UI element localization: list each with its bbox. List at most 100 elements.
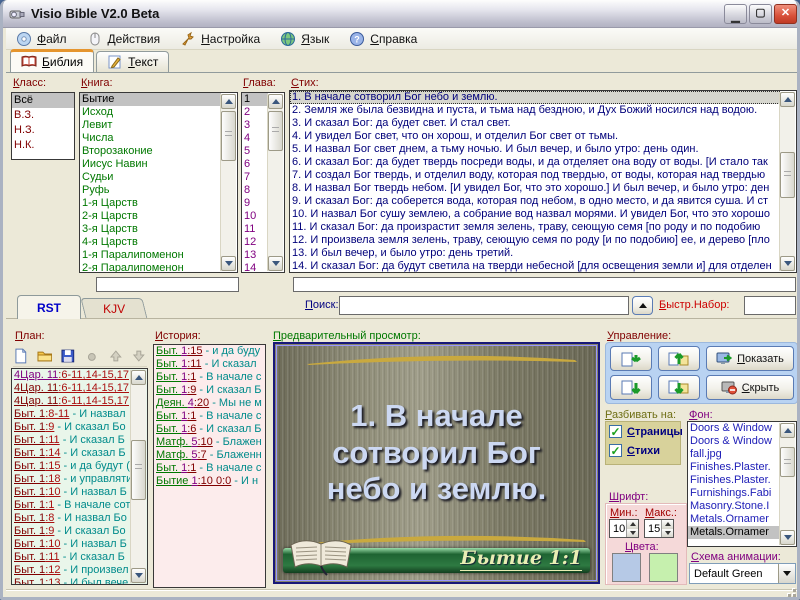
list-item[interactable]: Doors & Window: [688, 422, 780, 435]
plan-item[interactable]: Быт. 1:9 - И сказал Бо: [12, 525, 131, 538]
list-item[interactable]: Судьи: [80, 171, 221, 184]
verse-row[interactable]: 7. И создал Бог твердь, и отделил воду, …: [290, 169, 780, 182]
minimize-button[interactable]: ▁: [724, 4, 747, 24]
plan-item[interactable]: Быт. 1:13 - И был вече: [12, 577, 131, 585]
close-button[interactable]: ✕: [774, 4, 797, 24]
history-item[interactable]: Быт. 1:6 - И сказал Б: [154, 423, 265, 436]
open-folder-icon[interactable]: [37, 348, 53, 364]
scroll-down-icon[interactable]: [221, 256, 236, 271]
list-item[interactable]: 13: [242, 249, 268, 262]
scroll-down-icon[interactable]: [131, 568, 146, 583]
list-item[interactable]: Metals.Ornamer: [688, 526, 780, 539]
list-item[interactable]: 2: [242, 106, 268, 119]
next-verse-button[interactable]: [658, 375, 700, 400]
plan-scrollbar[interactable]: [130, 370, 146, 583]
book-scrollbar[interactable]: [220, 94, 236, 271]
color-swatch-1[interactable]: [612, 553, 641, 582]
list-item[interactable]: Furnishings.Fabi: [688, 487, 780, 500]
background-list[interactable]: Doors & WindowDoors & Windowfall.jpgFini…: [687, 421, 797, 547]
list-item[interactable]: 6: [242, 158, 268, 171]
title-bar[interactable]: Visio Bible V2.0 Beta ▁ ▢ ✕: [3, 0, 800, 28]
list-item[interactable]: Иисус Навин: [80, 158, 221, 171]
list-item[interactable]: Бытие: [80, 93, 221, 106]
checkbox-checked-icon[interactable]: ✓: [609, 425, 622, 438]
scroll-up-icon[interactable]: [268, 94, 283, 109]
scroll-up-icon[interactable]: [780, 423, 795, 438]
list-item[interactable]: 14: [242, 262, 268, 273]
plan-item[interactable]: Быт. 1:12 - И произвел: [12, 564, 131, 577]
font-min-spinner[interactable]: 10: [609, 519, 639, 538]
verse-row[interactable]: 13. И был вечер, и было утро: день трети…: [290, 247, 780, 260]
list-item[interactable]: Metals.Ornamer: [688, 513, 780, 526]
history-item[interactable]: Матф. 5:7 - Блаженн: [154, 449, 265, 462]
list-item[interactable]: 2-я Царств: [80, 210, 221, 223]
checkbox-checked-icon[interactable]: ✓: [609, 444, 622, 457]
tab-bible[interactable]: Библия: [10, 49, 94, 72]
menu-help[interactable]: ? Справка: [343, 29, 427, 49]
pages-checkbox-row[interactable]: ✓ Страницы: [609, 425, 683, 438]
new-document-icon[interactable]: [13, 348, 29, 364]
plan-item[interactable]: Быт. 1:14 - И сказал Б: [12, 447, 131, 460]
list-item[interactable]: 5: [242, 145, 268, 158]
menu-actions[interactable]: Действия: [81, 29, 171, 49]
plan-item[interactable]: Быт. 1:1 - В начале сот: [12, 499, 131, 512]
list-item[interactable]: 8: [242, 184, 268, 197]
history-item[interactable]: Быт. 1:1 - В начале с: [154, 462, 265, 475]
verse-row[interactable]: 8. И назвал Бог твердь небом. [И увидел …: [290, 182, 780, 195]
verse-scrollbar[interactable]: [779, 92, 795, 271]
verses-checkbox-row[interactable]: ✓ Стихи: [609, 444, 660, 457]
list-item[interactable]: 1: [242, 93, 268, 106]
plan-item[interactable]: 4Цар. 11:6-11,14-15,17: [12, 369, 131, 382]
history-list[interactable]: Быт. 1:15 - и да будуБыт. 1:11 - И сказа…: [153, 344, 266, 588]
search-input[interactable]: [339, 296, 629, 315]
list-item[interactable]: Руфь: [80, 184, 221, 197]
scroll-up-icon[interactable]: [221, 94, 236, 109]
scroll-down-icon[interactable]: [780, 530, 795, 545]
history-item[interactable]: Быт. 1:9 - И сказал Б: [154, 384, 265, 397]
history-item[interactable]: Матф. 5:10 - Блажен: [154, 436, 265, 449]
book-edit[interactable]: [96, 277, 239, 292]
spin-up-icon[interactable]: [627, 520, 638, 529]
verse-edit[interactable]: [293, 277, 796, 292]
combo-dropdown-icon[interactable]: [778, 564, 795, 583]
scroll-down-icon[interactable]: [780, 256, 795, 271]
list-item[interactable]: Всё: [12, 93, 74, 108]
list-item[interactable]: 1-я Царств: [80, 197, 221, 210]
color-swatch-2[interactable]: [649, 553, 678, 582]
list-item[interactable]: 7: [242, 171, 268, 184]
verse-row[interactable]: 4. И увидел Бог свет, что он хорош, и от…: [290, 130, 780, 143]
menu-language[interactable]: Язык: [274, 29, 339, 49]
plan-item[interactable]: Быт. 1:8-11 - И назвал: [12, 408, 131, 421]
verse-row[interactable]: 5. И назвал Бог свет днем, а тьму ночью.…: [290, 143, 780, 156]
next-page-button[interactable]: [610, 375, 652, 400]
list-item[interactable]: Числа: [80, 132, 221, 145]
show-button[interactable]: Показать: [706, 346, 794, 371]
plan-item[interactable]: Быт. 1:15 - и да будут (: [12, 460, 131, 473]
list-item[interactable]: Masonry.Stone.I: [688, 500, 780, 513]
tab-kjv[interactable]: KJV: [80, 298, 147, 319]
chapter-scrollbar[interactable]: [267, 94, 283, 271]
list-item[interactable]: 4-я Царств: [80, 236, 221, 249]
plan-item[interactable]: Быт. 1:18 - и управляти: [12, 473, 131, 486]
list-item[interactable]: В.З.: [12, 108, 74, 123]
verse-row[interactable]: 12. И произвела земля зелень, траву, сею…: [290, 234, 780, 247]
history-item[interactable]: Деян. 4:20 - Мы не м: [154, 397, 265, 410]
chapter-list[interactable]: 1234567891011121314: [241, 92, 285, 273]
history-item[interactable]: Быт. 1:11 - И сказал: [154, 358, 265, 371]
history-item[interactable]: Быт. 1:1 - В начале с: [154, 410, 265, 423]
animation-combo[interactable]: Default Green: [689, 563, 796, 584]
plan-item[interactable]: Быт. 1:10 - И назвал Б: [12, 486, 131, 499]
verse-row[interactable]: 2. Земля же была безвидна и пуста, и тьм…: [290, 104, 780, 117]
plan-item[interactable]: 4Цар. 11:6-11,14-15,17: [12, 382, 131, 395]
list-item[interactable]: 9: [242, 197, 268, 210]
menu-settings[interactable]: Настройка: [174, 29, 270, 49]
resize-grip[interactable]: [783, 588, 797, 598]
list-item[interactable]: 4: [242, 132, 268, 145]
list-item[interactable]: 2-я Паралипоменон: [80, 262, 221, 273]
search-up-button[interactable]: [632, 296, 653, 315]
history-item[interactable]: Бытие 1:10 0:0 - И н: [154, 475, 265, 488]
list-item[interactable]: Finishes.Plaster.: [688, 461, 780, 474]
list-item[interactable]: fall.jpg: [688, 448, 780, 461]
plan-item[interactable]: 4Цар. 11:6-11,14-15,17: [12, 395, 131, 408]
quickset-input[interactable]: [744, 296, 796, 315]
